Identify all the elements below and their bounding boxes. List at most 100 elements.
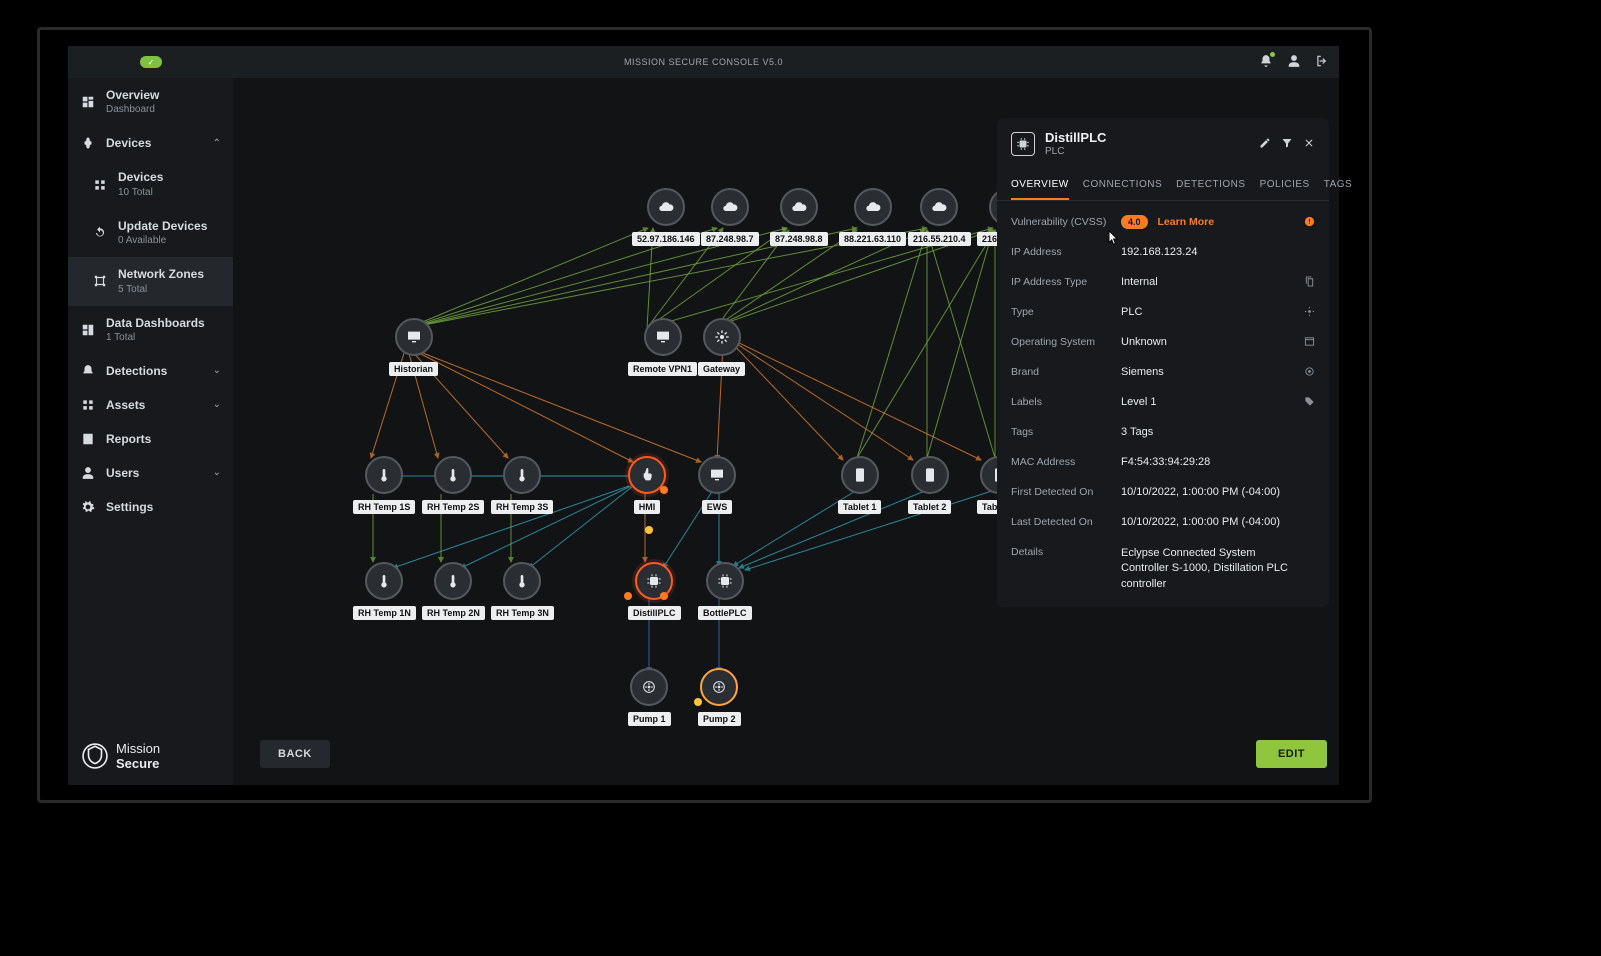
node-rh-temp-3n[interactable]: RH Temp 3N bbox=[491, 562, 554, 621]
node-label: DistillPLC bbox=[628, 606, 681, 620]
node-historian[interactable]: Historian bbox=[389, 318, 438, 377]
edit-icon[interactable] bbox=[1259, 137, 1271, 152]
tab-tags[interactable]: TAGS bbox=[1324, 171, 1352, 200]
learn-more-link[interactable]: Learn More bbox=[1158, 216, 1215, 228]
sidebar-item-users[interactable]: Users ⌄ bbox=[68, 456, 233, 490]
status-pill[interactable]: ✓ bbox=[140, 56, 162, 68]
alert-dot-icon bbox=[660, 486, 668, 494]
refresh-icon bbox=[92, 226, 108, 240]
row-type: TypePLC bbox=[997, 297, 1329, 327]
update-sub: 0 Available bbox=[118, 235, 207, 247]
detail-tabs: OVERVIEW CONNECTIONS DETECTIONS POLICIES… bbox=[997, 171, 1329, 201]
filter-icon[interactable] bbox=[1281, 137, 1293, 152]
os-value: Unknown bbox=[1121, 336, 1299, 348]
node-distillplc[interactable]: DistillPLC bbox=[628, 562, 681, 621]
sidebar-item-reports[interactable]: Reports bbox=[68, 422, 233, 456]
node-rh-temp-2s[interactable]: RH Temp 2S bbox=[422, 456, 484, 515]
tab-connections[interactable]: CONNECTIONS bbox=[1083, 171, 1162, 200]
tab-overview[interactable]: OVERVIEW bbox=[1011, 171, 1069, 200]
close-icon[interactable] bbox=[1303, 137, 1315, 152]
row-tags: Tags3 Tags bbox=[997, 417, 1329, 447]
node-ews[interactable]: EWS bbox=[698, 456, 736, 515]
mac-key: MAC Address bbox=[1011, 456, 1121, 468]
node-bottleplc[interactable]: BottlePLC bbox=[698, 562, 752, 621]
node-gateway[interactable]: Gateway bbox=[698, 318, 745, 377]
target-icon[interactable] bbox=[1299, 366, 1315, 377]
sidebar-item-detections[interactable]: Detections ⌄ bbox=[68, 354, 233, 388]
sidebar-item-devices[interactable]: Devices ⌃ bbox=[68, 126, 233, 160]
node-cloud-3[interactable]: 87.248.98.8 bbox=[770, 188, 828, 247]
sidebar-item-update-devices[interactable]: Update Devices 0 Available bbox=[68, 209, 233, 257]
node-pump-2[interactable]: Pump 2 bbox=[698, 668, 741, 727]
zones-label: Network Zones bbox=[118, 267, 204, 281]
sidebar-item-network-zones[interactable]: Network Zones 5 Total bbox=[68, 257, 233, 305]
tab-policies[interactable]: POLICIES bbox=[1260, 171, 1310, 200]
alert-dot-icon bbox=[624, 592, 632, 600]
tab-detections[interactable]: DETECTIONS bbox=[1176, 171, 1245, 200]
node-rh-temp-3s[interactable]: RH Temp 3S bbox=[491, 456, 553, 515]
node-rh-temp-1s[interactable]: RH Temp 1S bbox=[353, 456, 415, 515]
gear-small-icon[interactable] bbox=[1299, 306, 1315, 317]
window-icon[interactable] bbox=[1299, 336, 1315, 347]
logout-icon[interactable] bbox=[1315, 54, 1329, 71]
reports-label: Reports bbox=[106, 432, 151, 446]
zones-sub: 5 Total bbox=[118, 284, 204, 296]
reports-icon bbox=[80, 432, 96, 446]
details-key: Details bbox=[1011, 546, 1121, 558]
data-dash-icon bbox=[80, 323, 96, 337]
sidebar-item-overview[interactable]: OverviewDashboard bbox=[68, 78, 233, 126]
sidebar-item-settings[interactable]: Settings bbox=[68, 490, 233, 524]
notifications-icon[interactable] bbox=[1259, 54, 1273, 71]
node-label: RH Temp 1S bbox=[353, 500, 415, 514]
copy-icon[interactable] bbox=[1299, 276, 1315, 287]
devices-icon bbox=[80, 136, 96, 150]
devices-label: Devices bbox=[106, 136, 151, 150]
tag-icon[interactable] bbox=[1299, 396, 1315, 407]
node-rh-temp-1n[interactable]: RH Temp 1N bbox=[353, 562, 416, 621]
user-icon[interactable] bbox=[1287, 54, 1301, 71]
node-label: Tablet 1 bbox=[838, 500, 881, 514]
node-label: 52.97.186.146 bbox=[632, 232, 700, 246]
node-label: Historian bbox=[389, 362, 438, 376]
datadash-sub: 1 Total bbox=[106, 332, 205, 344]
tags-key: Tags bbox=[1011, 426, 1121, 438]
back-button[interactable]: BACK bbox=[260, 740, 330, 768]
node-remote-vpn[interactable]: Remote VPN1 bbox=[628, 318, 697, 377]
node-rh-temp-2n[interactable]: RH Temp 2N bbox=[422, 562, 485, 621]
topology-canvas[interactable]: 52.97.186.146 87.248.98.7 87.248.98.8 88… bbox=[233, 78, 1339, 785]
node-pump-1[interactable]: Pump 1 bbox=[628, 668, 671, 727]
node-cloud-5[interactable]: 216.55.210.4 bbox=[908, 188, 971, 247]
node-label: 88.221.63.110 bbox=[839, 232, 906, 246]
type-key: Type bbox=[1011, 306, 1121, 318]
iptype-key: IP Address Type bbox=[1011, 276, 1121, 288]
assets-icon bbox=[80, 398, 96, 412]
node-hmi[interactable]: HMI bbox=[628, 456, 666, 515]
vuln-key: Vulnerability (CVSS) bbox=[1011, 216, 1121, 228]
node-label: HMI bbox=[634, 500, 661, 514]
node-cloud-1[interactable]: 52.97.186.146 bbox=[632, 188, 700, 247]
alert-dot-icon bbox=[660, 592, 668, 600]
update-label: Update Devices bbox=[118, 219, 207, 233]
bell-icon bbox=[80, 364, 96, 378]
node-label: 87.248.98.7 bbox=[701, 232, 759, 246]
node-label: Gateway bbox=[698, 362, 745, 376]
node-tablet-2[interactable]: Tablet 2 bbox=[908, 456, 951, 515]
row-os: Operating SystemUnknown bbox=[997, 327, 1329, 357]
ip-key: IP Address bbox=[1011, 246, 1121, 258]
row-first-detected: First Detected On10/10/2022, 1:00:00 PM … bbox=[997, 477, 1329, 507]
node-cloud-4[interactable]: 88.221.63.110 bbox=[839, 188, 906, 247]
sidebar-item-devices-list[interactable]: Devices10 Total bbox=[68, 160, 233, 208]
sidebar-item-assets[interactable]: Assets ⌄ bbox=[68, 388, 233, 422]
devices-list-sub: 10 Total bbox=[118, 187, 163, 199]
node-label: RH Temp 2N bbox=[422, 606, 485, 620]
row-ip: IP Address192.168.123.24 bbox=[997, 237, 1329, 267]
first-key: First Detected On bbox=[1011, 486, 1121, 498]
console-title: MISSION SECURE CONSOLE V5.0 bbox=[624, 57, 783, 67]
node-tablet-1[interactable]: Tablet 1 bbox=[838, 456, 881, 515]
node-cloud-2[interactable]: 87.248.98.7 bbox=[701, 188, 759, 247]
edit-button[interactable]: EDIT bbox=[1256, 740, 1327, 768]
row-mac: MAC AddressF4:54:33:94:29:28 bbox=[997, 447, 1329, 477]
sidebar-item-data-dashboards[interactable]: Data Dashboards1 Total bbox=[68, 306, 233, 354]
users-label: Users bbox=[106, 466, 139, 480]
node-label: EWS bbox=[702, 500, 733, 514]
